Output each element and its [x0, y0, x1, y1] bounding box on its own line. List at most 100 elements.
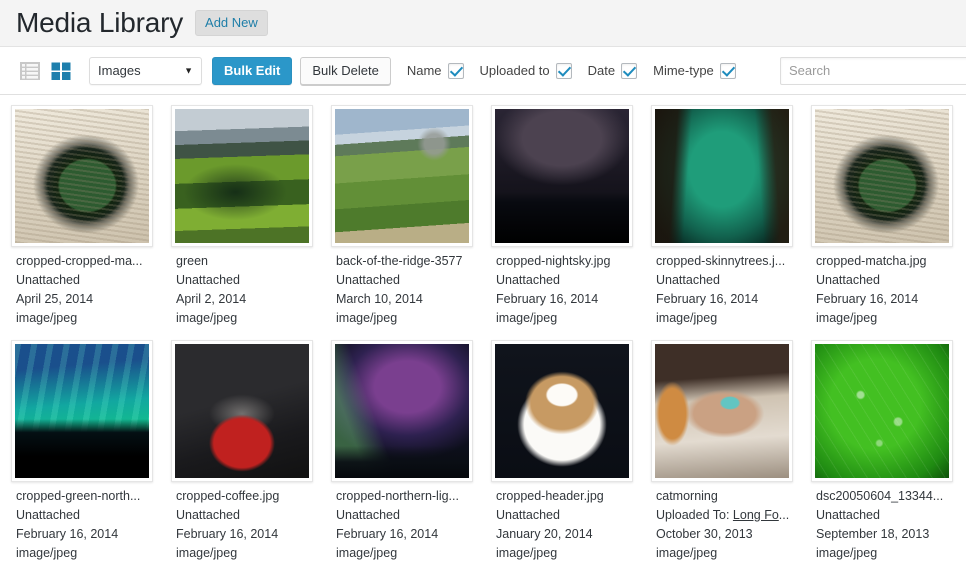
media-mime-type: image/jpeg: [496, 311, 558, 325]
thumbnail-image: [175, 344, 309, 478]
media-thumbnail[interactable]: [651, 340, 793, 482]
chevron-down-icon: ▼: [184, 65, 193, 75]
bulk-delete-button[interactable]: Bulk Delete: [300, 56, 391, 85]
column-toggle-uploaded-to[interactable]: Uploaded to: [480, 62, 572, 79]
media-mime-type: image/jpeg: [176, 546, 238, 560]
media-filename[interactable]: back-of-the-ridge-3577: [336, 252, 472, 271]
media-thumbnail[interactable]: [811, 105, 953, 247]
media-thumbnail[interactable]: [11, 340, 153, 482]
media-item: dsc20050604_13344... Unattached September …: [811, 340, 953, 563]
column-toggle-date-label: Date: [587, 63, 616, 78]
media-meta: cropped-green-north... Unattached February…: [11, 482, 153, 563]
media-mime-type: image/jpeg: [816, 311, 878, 325]
media-attachment-status: Unattached: [336, 273, 400, 287]
media-meta: cropped-coffee.jpg Unattached February 16,…: [171, 482, 313, 563]
media-item: green Unattached April 2, 2014 image/jpeg: [171, 105, 313, 328]
media-mime-type: image/jpeg: [656, 546, 718, 560]
media-meta: back-of-the-ridge-3577 Unattached March 10…: [331, 247, 473, 328]
uploaded-to-link[interactable]: Long Fo: [733, 508, 779, 522]
thumbnail-image: [335, 109, 469, 243]
media-filename[interactable]: cropped-nightsky.jpg: [496, 252, 632, 271]
column-toggle-name-checkbox[interactable]: [447, 62, 464, 79]
media-item: cropped-matcha.jpg Unattached February 16,…: [811, 105, 953, 328]
thumbnail-image: [655, 344, 789, 478]
column-toggle-date[interactable]: Date: [587, 62, 638, 79]
media-type-filter-value: Images: [98, 63, 141, 78]
media-date: January 20, 2014: [496, 527, 593, 541]
media-grid: cropped-cropped-ma... Unattached April 25,…: [0, 95, 966, 563]
media-item: cropped-header.jpg Unattached January 20, …: [491, 340, 633, 563]
media-mime-type: image/jpeg: [16, 546, 78, 560]
media-item: cropped-skinnytrees.j... Unattached Februa…: [651, 105, 793, 328]
media-date: February 16, 2014: [16, 527, 119, 541]
uploaded-to-suffix: ...: [778, 508, 790, 522]
media-thumbnail[interactable]: [331, 105, 473, 247]
media-thumbnail[interactable]: [811, 340, 953, 482]
media-attachment-status: Unattached: [176, 508, 240, 522]
media-date: April 2, 2014: [176, 292, 247, 306]
thumbnail-image: [815, 344, 949, 478]
media-meta: catmorning Uploaded To: Long Fo... October…: [651, 482, 793, 563]
media-thumbnail[interactable]: [171, 105, 313, 247]
media-mime-type: image/jpeg: [176, 311, 238, 325]
media-item: cropped-nightsky.jpg Unattached February 1…: [491, 105, 633, 328]
media-filename[interactable]: cropped-northern-lig...: [336, 487, 472, 506]
media-thumbnail[interactable]: [171, 340, 313, 482]
media-filename[interactable]: dsc20050604_13344...: [816, 487, 952, 506]
media-thumbnail[interactable]: [491, 340, 633, 482]
media-date: February 16, 2014: [496, 292, 599, 306]
thumbnail-image: [655, 109, 789, 243]
media-mime-type: image/jpeg: [16, 311, 78, 325]
media-filename[interactable]: cropped-cropped-ma...: [16, 252, 152, 271]
column-toggle-name[interactable]: Name: [407, 62, 464, 79]
thumbnail-image: [335, 344, 469, 478]
media-thumbnail[interactable]: [331, 340, 473, 482]
media-filename[interactable]: cropped-skinnytrees.j...: [656, 252, 792, 271]
media-mime-type: image/jpeg: [816, 546, 878, 560]
add-new-button[interactable]: Add New: [195, 9, 268, 37]
list-view-icon[interactable]: [19, 60, 41, 82]
thumbnail-image: [495, 344, 629, 478]
media-meta: cropped-northern-lig... Unattached Februar…: [331, 482, 473, 563]
search-container: [780, 56, 966, 85]
column-toggle-mime-type[interactable]: Mime-type: [653, 62, 736, 79]
media-meta: dsc20050604_13344... Unattached September …: [811, 482, 953, 563]
media-thumbnail[interactable]: [491, 105, 633, 247]
media-attachment-status: Unattached: [336, 508, 400, 522]
media-meta: cropped-nightsky.jpg Unattached February 1…: [491, 247, 633, 328]
media-mime-type: image/jpeg: [656, 311, 718, 325]
media-mime-type: image/jpeg: [336, 311, 398, 325]
view-mode-switch: [19, 60, 72, 82]
media-meta: cropped-matcha.jpg Unattached February 16,…: [811, 247, 953, 328]
grid-view-icon[interactable]: [50, 60, 72, 82]
media-thumbnail[interactable]: [11, 105, 153, 247]
thumbnail-image: [15, 344, 149, 478]
thumbnail-image: [175, 109, 309, 243]
media-attachment-status: Unattached: [16, 273, 80, 287]
media-item: back-of-the-ridge-3577 Unattached March 10…: [331, 105, 473, 328]
media-attachment-status: Uploaded To: Long Fo...: [656, 506, 792, 525]
media-filename[interactable]: cropped-green-north...: [16, 487, 152, 506]
media-date: September 18, 2013: [816, 527, 930, 541]
media-item: catmorning Uploaded To: Long Fo... October…: [651, 340, 793, 563]
search-input[interactable]: [780, 56, 966, 85]
media-attachment-status: Unattached: [16, 508, 80, 522]
uploaded-to-prefix: Uploaded To:: [656, 508, 733, 522]
column-toggle-uploaded-to-checkbox[interactable]: [555, 62, 572, 79]
media-filename[interactable]: green: [176, 252, 312, 271]
column-toggle-mime-type-checkbox[interactable]: [719, 62, 736, 79]
media-attachment-status: Unattached: [496, 508, 560, 522]
page-title: Media Library: [16, 6, 184, 38]
media-filename[interactable]: cropped-coffee.jpg: [176, 487, 312, 506]
media-thumbnail[interactable]: [651, 105, 793, 247]
media-filename[interactable]: cropped-matcha.jpg: [816, 252, 952, 271]
media-attachment-status: Unattached: [176, 273, 240, 287]
media-date: February 16, 2014: [336, 527, 439, 541]
media-meta: cropped-header.jpg Unattached January 20, …: [491, 482, 633, 563]
media-filename[interactable]: cropped-header.jpg: [496, 487, 632, 506]
column-toggle-date-checkbox[interactable]: [621, 62, 638, 79]
bulk-edit-button[interactable]: Bulk Edit: [212, 56, 293, 85]
media-filename[interactable]: catmorning: [656, 487, 792, 506]
media-type-filter[interactable]: Images ▼: [89, 56, 202, 85]
media-attachment-status: Unattached: [656, 273, 720, 287]
